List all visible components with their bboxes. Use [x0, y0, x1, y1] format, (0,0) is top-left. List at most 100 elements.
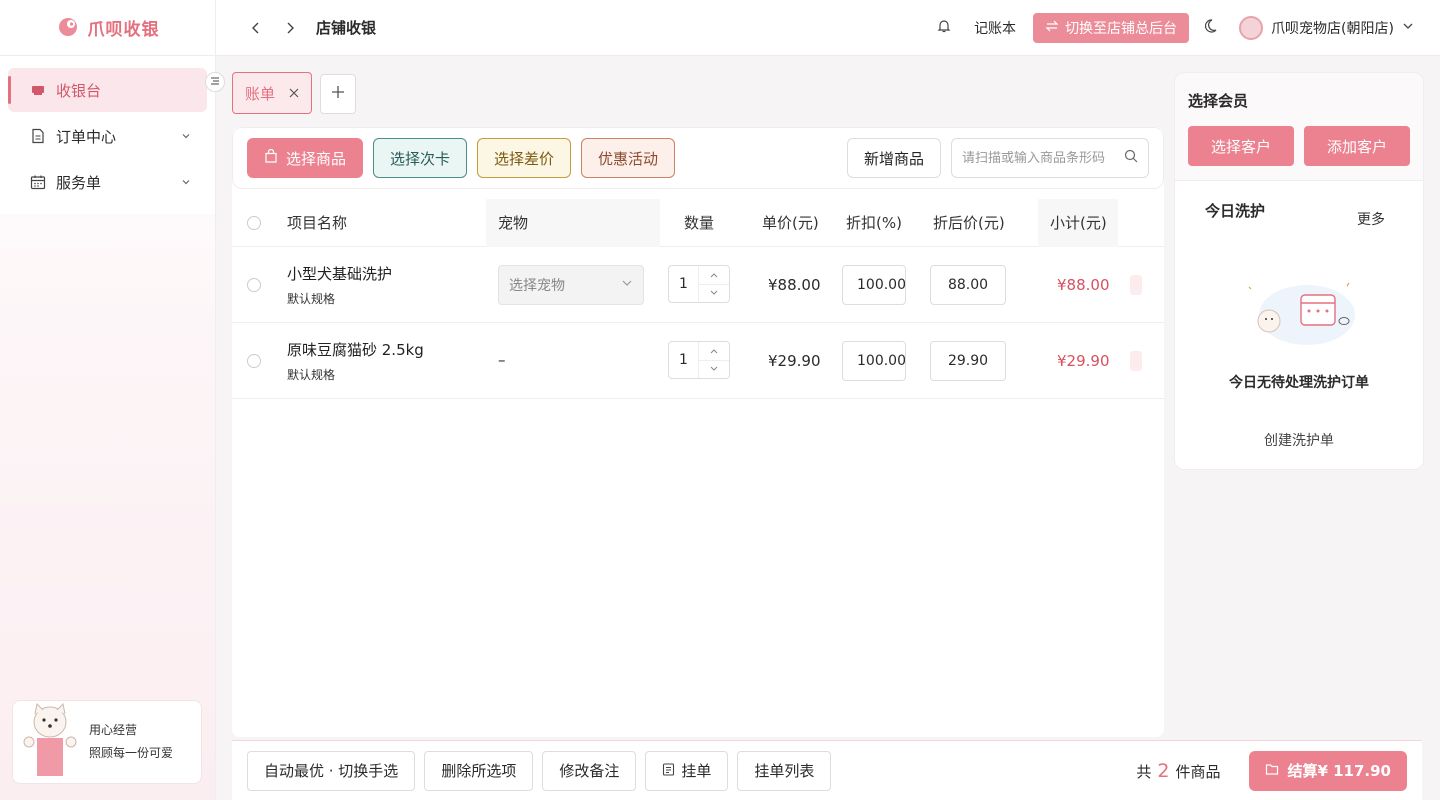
app-logo: 爪呗收银	[0, 0, 216, 56]
header-name: 项目名称	[287, 214, 348, 232]
hang-order-button[interactable]: 挂单	[645, 750, 729, 791]
promo-line-2: 照顾每一份可爱	[89, 746, 174, 760]
product-spec: 默认规格	[287, 368, 336, 382]
switch-icon	[1045, 19, 1059, 37]
product-name: 小型犬基础洗护	[287, 265, 393, 283]
tab-bill[interactable]: 账单	[232, 72, 313, 114]
product-spec: 默认规格	[287, 292, 336, 306]
promotions-button[interactable]: 优惠活动	[581, 138, 676, 178]
unit-price: ¥29.90	[768, 352, 821, 370]
forward-arrow-icon[interactable]	[278, 16, 302, 40]
checkout-footer: 自动最优 · 切换手选 删除所选项 修改备注 挂单 挂单列表 共 2 件商品 结…	[232, 740, 1422, 800]
bill-tabs: 账单	[232, 72, 357, 114]
total-count: 2	[1157, 759, 1170, 782]
more-link[interactable]: 更多	[1357, 209, 1385, 229]
table-header: 项目名称 宠物 数量 单价(元) 折扣(%) 折后价(元) 小计(元)	[232, 199, 1164, 247]
cashier-icon	[30, 82, 46, 98]
quantity-stepper: 1	[668, 265, 730, 303]
page-title: 店铺收银	[316, 19, 377, 37]
select-card-button[interactable]: 选择次卡	[373, 138, 468, 178]
edit-remark-button[interactable]: 修改备注	[542, 750, 637, 791]
promo-card: 用心经营 照顾每一份可爱	[12, 700, 202, 784]
row-delete-button[interactable]	[1130, 351, 1142, 371]
add-tab-button[interactable]	[320, 74, 357, 114]
sidebar: 收银台 订单中心 服务单 用心经营 照顾每一份可爱	[0, 56, 216, 800]
chevron-down-icon	[1402, 20, 1414, 36]
checkout-button[interactable]: 结算¥ 117.90	[1249, 750, 1407, 791]
sidebar-item-label: 服务单	[56, 173, 102, 192]
product-name: 原味豆腐猫砂 2.5kg	[287, 341, 424, 359]
select-customer-button[interactable]: 选择客户	[1188, 126, 1294, 166]
sidebar-item-label: 订单中心	[56, 127, 117, 146]
switch-backend-label: 切换至店铺总后台	[1065, 20, 1178, 37]
after-price-input[interactable]: 29.90	[930, 341, 1006, 381]
empty-wash-text: 今日无待处理洗护订单	[1229, 375, 1369, 391]
empty-calendar-icon	[1241, 279, 1359, 353]
discount-input[interactable]: 100.00	[842, 341, 906, 381]
moon-icon[interactable]	[1205, 18, 1221, 38]
quantity-stepper: 1	[668, 341, 730, 379]
chevron-down-icon	[181, 173, 191, 191]
search-icon[interactable]	[1124, 149, 1138, 167]
calendar-icon	[30, 174, 46, 190]
pet-select-value: 选择宠物	[509, 278, 565, 294]
header-subtotal: 小计(元)	[1050, 214, 1107, 232]
select-diff-button[interactable]: 选择差价	[477, 138, 572, 178]
row-checkbox[interactable]	[247, 353, 261, 368]
pet-select[interactable]: 选择宠物	[498, 265, 644, 305]
folder-icon	[1265, 762, 1279, 780]
member-panel: 选择会员 选择客户 添加客户 今日洗护 更多 今日无待处理洗护订单 创建洗护单	[1174, 72, 1424, 470]
cart-table: 项目名称 宠物 数量 单价(元) 折扣(%) 折后价(元) 小计(元) 小型犬基…	[232, 199, 1164, 399]
quantity-value[interactable]: 1	[669, 342, 699, 378]
sidebar-item-label: 收银台	[56, 81, 102, 100]
sidebar-item-cashier[interactable]: 收银台	[8, 68, 207, 112]
main-panel: 选择商品 选择次卡 选择差价 优惠活动 新增商品 项目名称 宠物 数量 单价(元…	[232, 127, 1164, 737]
sidebar-item-service[interactable]: 服务单	[8, 160, 207, 204]
auto-optimal-button[interactable]: 自动最优 · 切换手选	[247, 750, 416, 791]
add-product-button[interactable]: 新增商品	[846, 138, 941, 178]
top-bar: 店铺收银 记账本 切换至店铺总后台 爪呗宠物店(朝阳店)	[216, 0, 1440, 56]
after-price-input[interactable]: 88.00	[930, 265, 1006, 305]
store-switcher[interactable]: 爪呗宠物店(朝阳店)	[1239, 15, 1414, 40]
unit-price: ¥88.00	[768, 276, 821, 294]
chevron-down-icon[interactable]	[699, 285, 729, 303]
chevron-up-icon[interactable]	[699, 266, 729, 285]
ledger-link[interactable]: 记账本	[974, 18, 1016, 38]
list-doc-icon	[662, 762, 675, 780]
close-icon[interactable]	[289, 84, 299, 102]
sidebar-collapse-button[interactable]	[205, 72, 225, 92]
total-prefix: 共	[1136, 762, 1152, 781]
shopping-bag-icon	[264, 148, 278, 167]
tab-label: 账单	[245, 84, 276, 103]
chevron-down-icon[interactable]	[699, 361, 729, 379]
toolbar: 选择商品 选择次卡 选择差价 优惠活动 新增商品	[232, 127, 1164, 189]
select-product-label: 选择商品	[286, 149, 347, 168]
header-pet: 宠物	[498, 214, 529, 232]
discount-input[interactable]: 100.00	[842, 265, 906, 305]
barcode-search	[951, 138, 1149, 178]
switch-backend-button[interactable]: 切换至店铺总后台	[1033, 12, 1190, 43]
chevron-down-icon	[181, 127, 191, 145]
create-wash-order-link[interactable]: 创建洗护单	[1175, 430, 1423, 450]
row-checkbox[interactable]	[247, 277, 261, 292]
barcode-search-input[interactable]	[962, 150, 1124, 166]
row-delete-button[interactable]	[1130, 275, 1142, 295]
bell-icon[interactable]	[936, 18, 952, 38]
header-price: 单价(元)	[762, 214, 819, 232]
sidebar-item-orders[interactable]: 订单中心	[8, 114, 207, 158]
table-row: 小型犬基础洗护 默认规格 选择宠物 1 ¥88.00 100.00 88.00 …	[232, 247, 1164, 323]
chevron-up-icon[interactable]	[699, 342, 729, 361]
row-subtotal: ¥29.90	[1057, 352, 1110, 370]
back-arrow-icon[interactable]	[244, 16, 268, 40]
sidebar-menu: 收银台 订单中心 服务单	[0, 56, 215, 214]
add-customer-button[interactable]: 添加客户	[1304, 126, 1410, 166]
delete-selected-button[interactable]: 删除所选项	[424, 750, 534, 791]
header-discount: 折扣(%)	[846, 214, 902, 232]
select-all-checkbox[interactable]	[247, 215, 261, 230]
row-subtotal: ¥88.00	[1057, 276, 1110, 294]
hang-order-label: 挂单	[681, 762, 712, 780]
document-icon	[30, 128, 46, 144]
quantity-value[interactable]: 1	[669, 266, 699, 302]
select-product-button[interactable]: 选择商品	[247, 138, 364, 178]
hang-list-button[interactable]: 挂单列表	[737, 750, 832, 791]
